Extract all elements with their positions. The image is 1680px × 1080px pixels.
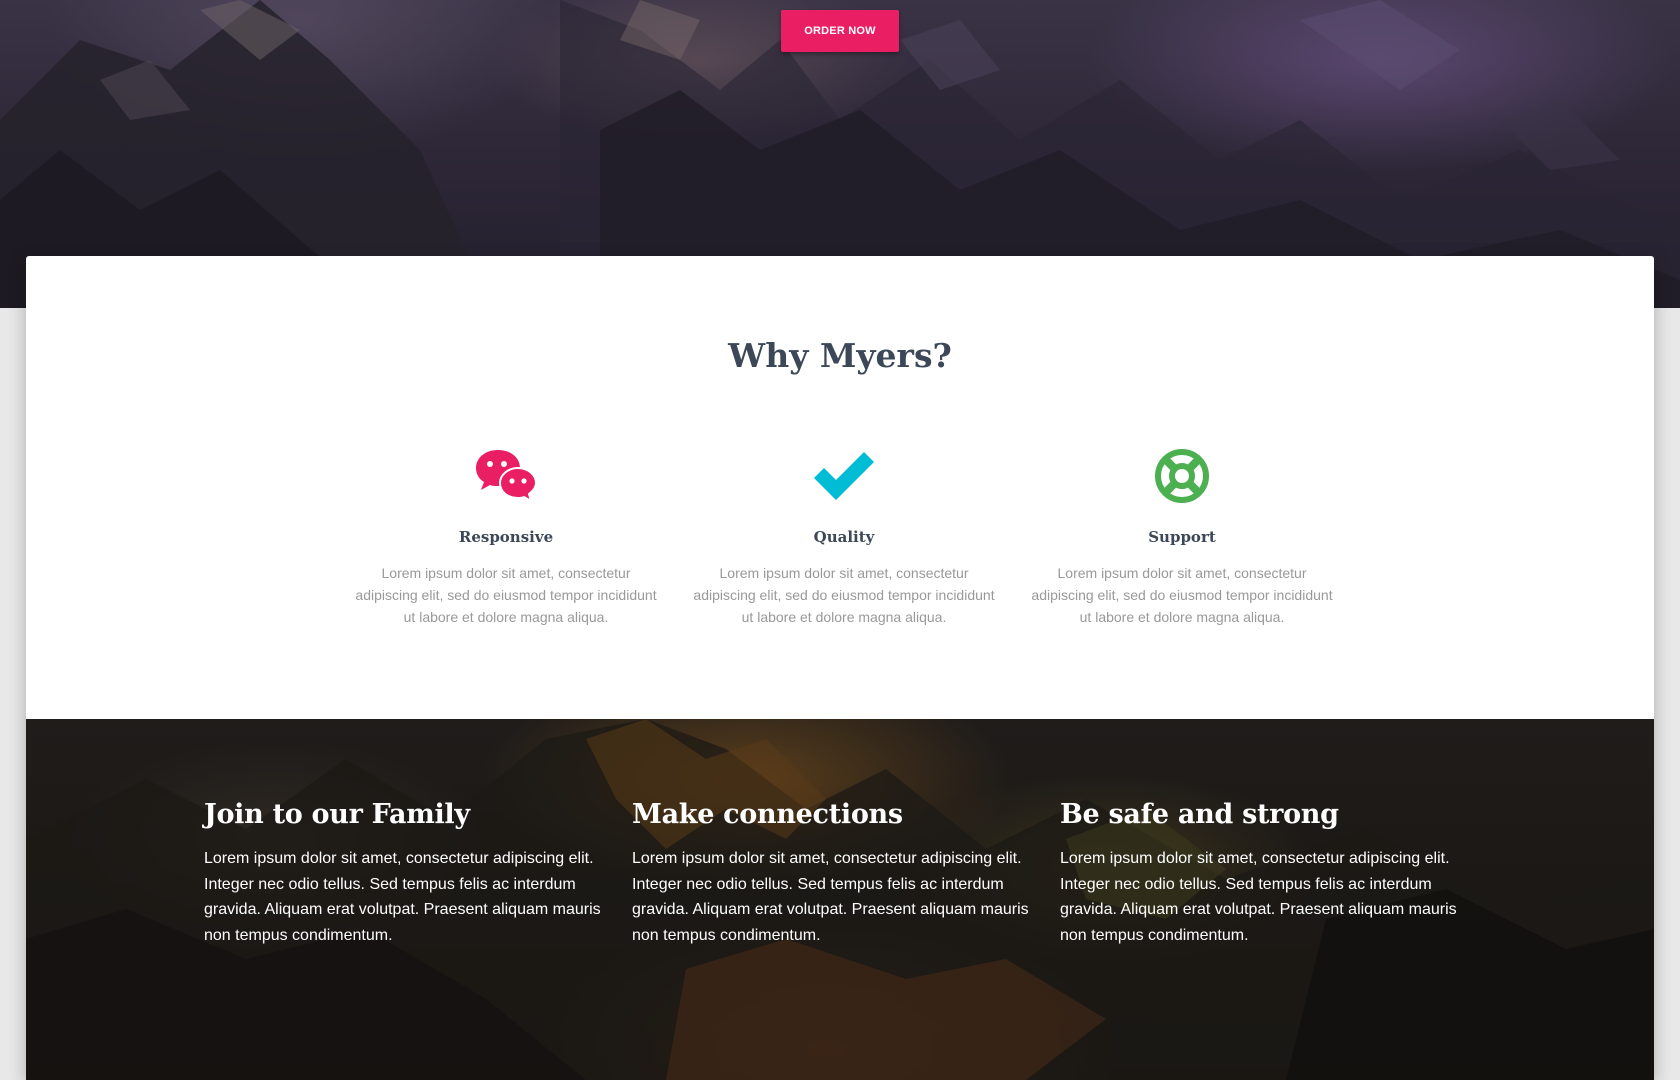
info-column-family: Join to our Family Lorem ipsum dolor sit… bbox=[204, 799, 604, 948]
checkmark-icon bbox=[814, 452, 874, 500]
info-column-text: Lorem ipsum dolor sit amet, consectetur … bbox=[1060, 850, 1457, 944]
feature-responsive: Responsive Lorem ipsum dolor sit amet, c… bbox=[346, 446, 666, 628]
feature-text: Lorem ipsum dolor sit amet, consectetur … bbox=[1031, 565, 1333, 625]
info-column-title: Be safe and strong bbox=[1060, 799, 1339, 830]
info-column-title: Make connections bbox=[632, 799, 903, 830]
page: ORDER NOW Why Myers? Responsive Lorem ip… bbox=[0, 0, 1680, 1080]
info-column-safe: Be safe and strong Lorem ipsum dolor sit… bbox=[1060, 799, 1460, 948]
feature-support: Support Lorem ipsum dolor sit amet, cons… bbox=[1022, 446, 1342, 628]
feature-quality: Quality Lorem ipsum dolor sit amet, cons… bbox=[684, 446, 1004, 628]
why-title: Why Myers? bbox=[728, 336, 952, 375]
why-card: Why Myers? Responsive Lorem ipsum dolor … bbox=[26, 256, 1654, 1080]
info-column-text: Lorem ipsum dolor sit amet, consectetur … bbox=[204, 850, 601, 944]
info-section: Join to our Family Lorem ipsum dolor sit… bbox=[26, 719, 1654, 1080]
chat-bubbles-icon bbox=[476, 450, 538, 504]
info-column-text: Lorem ipsum dolor sit amet, consectetur … bbox=[632, 850, 1029, 944]
feature-title: Responsive bbox=[458, 528, 554, 546]
lifebuoy-icon bbox=[1155, 449, 1209, 503]
feature-title: Support bbox=[1148, 528, 1216, 546]
feature-text: Lorem ipsum dolor sit amet, consectetur … bbox=[355, 565, 657, 625]
order-now-button[interactable]: ORDER NOW bbox=[781, 10, 899, 52]
feature-text: Lorem ipsum dolor sit amet, consectetur … bbox=[693, 565, 995, 625]
feature-title: Quality bbox=[813, 528, 875, 546]
info-column-title: Join to our Family bbox=[204, 799, 470, 830]
info-column-connections: Make connections Lorem ipsum dolor sit a… bbox=[632, 799, 1032, 948]
